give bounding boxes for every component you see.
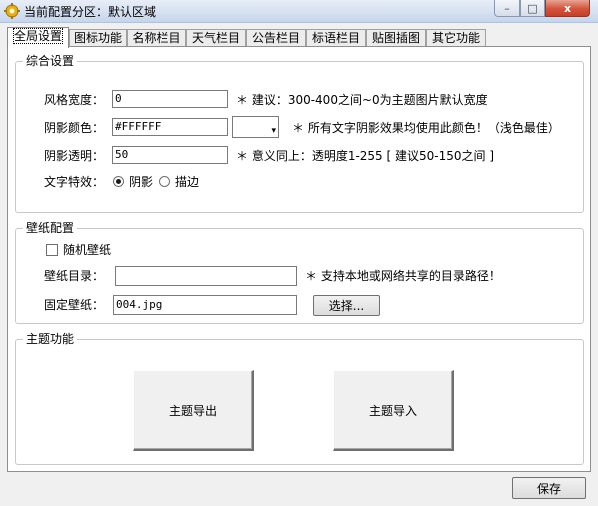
style-width-input[interactable]: 0	[112, 90, 228, 108]
shadow-radio-label: 阴影	[129, 175, 154, 189]
maximize-button[interactable]: □	[520, 0, 545, 17]
dropdown-arrow-icon: ▾	[271, 126, 276, 136]
theme-export-button[interactable]: 主题导出	[133, 370, 254, 451]
theme-import-button[interactable]: 主题导入	[333, 370, 454, 451]
tab-name-column[interactable]: 名称栏目	[127, 29, 186, 46]
shadow-alpha-label: 阴影透明：	[44, 149, 105, 163]
tab-panel: 综合设置 风格宽度： 0 ＊ 建议：300-400之间~0为主题图片默认宽度 阴…	[7, 46, 591, 472]
choose-wallpaper-button[interactable]: 选择...	[313, 295, 380, 316]
wallpaper-group: 壁纸配置 随机壁纸 壁纸目录： ＊ 支持本地或网络共享的目录路径！ 固定壁纸： …	[15, 221, 584, 324]
general-settings-group: 综合设置 风格宽度： 0 ＊ 建议：300-400之间~0为主题图片默认宽度 阴…	[15, 54, 584, 213]
group-title: 主题功能	[23, 332, 78, 346]
wallpaper-dir-input[interactable]	[115, 266, 297, 286]
tab-weather-column[interactable]: 天气栏目	[186, 29, 246, 46]
title-bar: 当前配置分区：默认区域 – □ x	[0, 0, 598, 23]
shadow-radio[interactable]	[113, 176, 124, 187]
theme-group: 主题功能 主题导出 主题导入	[15, 332, 584, 465]
text-effect-label: 文字特效：	[44, 175, 105, 189]
fixed-wallpaper-label: 固定壁纸：	[44, 298, 105, 312]
shadow-color-hint: ＊ 所有文字阴影效果均使用此颜色！（浅色最佳）	[292, 121, 560, 135]
wallpaper-dir-label: 壁纸目录：	[44, 269, 105, 283]
style-width-hint: ＊ 建议：300-400之间~0为主题图片默认宽度	[236, 93, 488, 107]
tab-notice-column[interactable]: 公告栏目	[246, 29, 306, 46]
minimize-button[interactable]: –	[494, 0, 520, 17]
tab-image-insert[interactable]: 贴图插图	[366, 29, 426, 46]
shadow-color-dropdown[interactable]: ▾	[232, 116, 279, 138]
outline-radio[interactable]	[159, 176, 170, 187]
style-width-label: 风格宽度：	[44, 93, 105, 107]
tab-other-functions[interactable]: 其它功能	[426, 29, 486, 46]
save-button[interactable]: 保存	[512, 477, 586, 499]
random-wallpaper-label: 随机壁纸	[63, 243, 112, 257]
random-wallpaper-checkbox[interactable]	[46, 244, 58, 256]
shadow-color-label: 阴影颜色：	[44, 121, 105, 135]
fixed-wallpaper-input[interactable]: 004.jpg	[113, 295, 297, 315]
shadow-alpha-hint: ＊ 意义同上：透明度1-255 [ 建议50-150之间 ]	[236, 149, 494, 163]
shadow-alpha-input[interactable]: 50	[112, 146, 228, 164]
shadow-color-input[interactable]: #FFFFFF	[112, 118, 228, 136]
window-title: 当前配置分区：默认区域	[24, 5, 157, 19]
tab-icon-functions[interactable]: 图标功能	[69, 29, 127, 46]
group-title: 综合设置	[23, 54, 78, 68]
outline-radio-label: 描边	[175, 175, 200, 189]
group-title: 壁纸配置	[23, 221, 78, 235]
wallpaper-dir-hint: ＊ 支持本地或网络共享的目录路径！	[305, 269, 501, 283]
close-button[interactable]: x	[545, 0, 590, 17]
tab-global-settings[interactable]: 全局设置	[7, 27, 69, 48]
tab-slogan-column[interactable]: 标语栏目	[306, 29, 366, 46]
gear-icon	[4, 3, 20, 19]
